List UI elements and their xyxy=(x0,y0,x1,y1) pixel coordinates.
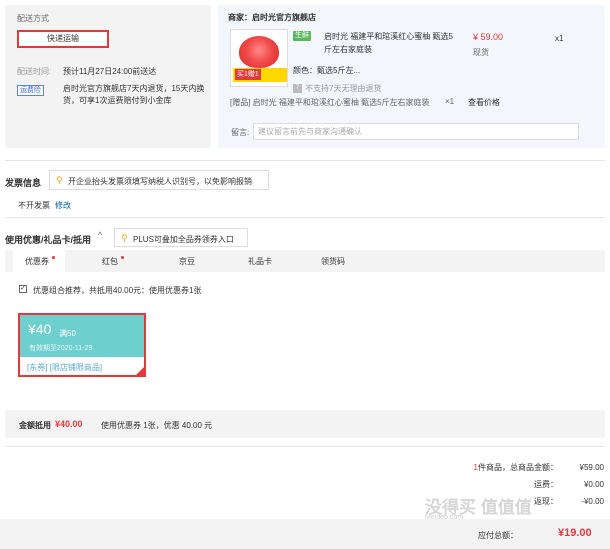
product-price: ¥ 59.00 xyxy=(473,32,504,42)
pay-total-amount: ¥19.00 xyxy=(558,527,592,539)
collapse-arrow-icon[interactable]: ^ xyxy=(98,230,102,240)
stock-status: 现货 xyxy=(473,48,489,57)
combo-checkbox-label: 优惠组合推荐，共抵用40.00元：使用优惠券1张 xyxy=(33,286,202,295)
divider xyxy=(5,217,605,218)
product-color: 颜色：甄选5斤左... xyxy=(293,66,361,75)
discount-summary-note: 使用优惠券 1张，优惠 40.00 元 xyxy=(101,421,213,430)
shipping-title: 配送方式 xyxy=(17,14,49,23)
message-input[interactable]: 建议留言前先与商家沟通确认 xyxy=(253,123,579,140)
order-top-panel: 配送方式 快递运输 配送时间: 预计11月27日24:00前送达 运费险 启时光… xyxy=(5,5,605,148)
discount-summary: 金额抵用 ¥40.00 使用优惠券 1张，优惠 40.00 元 xyxy=(5,410,605,438)
plus-tip[interactable]: ⚲ PLUS可叠加全品券领券入口 xyxy=(114,228,248,247)
divider xyxy=(5,446,605,447)
item-count-label: 件商品，总商品金额： xyxy=(478,463,558,472)
product-section: 商家：启时光官方旗舰店 买1赠1 生鲜 启时光 福建平和琯溪红心蜜柚 甄选5斤左… xyxy=(218,5,605,148)
shipping-section: 配送方式 快递运输 配送时间: 预计11月27日24:00前送达 运费险 启时光… xyxy=(5,5,211,148)
shipping-method-button[interactable]: 快递运输 xyxy=(17,30,109,48)
no-return-icon: 7 xyxy=(293,84,302,93)
delivery-time-label: 配送时间: xyxy=(17,67,52,76)
pomelo-image xyxy=(239,36,279,68)
message-label: 留言: xyxy=(231,128,250,137)
discount-summary-amount: ¥40.00 xyxy=(55,419,83,429)
coupon-expiry: 有效期至2020-11-29 xyxy=(29,345,93,352)
gift-quantity: ×1 xyxy=(445,97,455,106)
tab-jingdou[interactable]: 京豆 xyxy=(179,256,195,267)
freight-insurance-badge: 运费险 xyxy=(17,85,44,96)
invoice-tip-text: 开企业抬头发票须填写纳税人识别号，以免影响报销 xyxy=(68,177,252,186)
coupon-header: ¥40 满50 有效期至2020-11-29 xyxy=(20,315,144,357)
coupon-tags: [东券] [限店铺限商品] xyxy=(27,363,103,372)
invoice-edit-link[interactable]: 修改 xyxy=(55,200,71,211)
freight-insurance-text: 启时光官方旗舰店7天内退货，15天内换货，可享1次运费赔付到小金库 xyxy=(63,84,205,105)
tab-coupon[interactable]: 优惠券 xyxy=(25,256,49,267)
invoice-tip: ⚲ 开企业抬头发票须填写纳税人识别号，以免影响报销 xyxy=(49,170,269,190)
product-name[interactable]: 启时光 福建平和琯溪红心蜜柚 甄选5斤左右家庭装 xyxy=(324,30,454,56)
coupon-card[interactable]: ¥40 满50 有效期至2020-11-29 [东券] [限店铺限商品] xyxy=(18,313,146,377)
invoice-title: 发票信息 xyxy=(5,178,42,188)
shipping-fee-label: 运费： xyxy=(534,480,558,489)
payment-bar: 应付总额： ¥19.00 xyxy=(0,519,610,549)
pay-total-label: 应付总额： xyxy=(478,531,518,540)
plus-tip-text: PLUS可叠加全品券领券入口 xyxy=(133,235,234,244)
gift-item: [赠品] 启时光 福建平和琯溪红心蜜柚 甄选5斤左右家庭装 xyxy=(230,98,430,107)
promo-tag: 买1赠1 xyxy=(235,69,261,80)
totals-row-shipping: 运费： ¥0.00 xyxy=(404,476,604,493)
location-pin-icon: ⚲ xyxy=(56,175,63,185)
invoice-value: 不开发票 xyxy=(18,201,50,210)
coupon-amount: ¥40 xyxy=(28,321,52,337)
discount-summary-label: 金额抵用 xyxy=(19,421,51,430)
coupons-title[interactable]: 使用优惠/礼品卡/抵用 xyxy=(5,233,91,246)
goods-amount: ¥59.00 xyxy=(579,463,604,472)
fresh-badge: 生鲜 xyxy=(293,31,311,41)
coupon-condition: 满50 xyxy=(59,329,76,338)
divider xyxy=(5,160,605,161)
tab-goods-code[interactable]: 领货码 xyxy=(321,256,345,267)
no-return-text: 不支持7天无理由退货 xyxy=(305,84,382,93)
view-price-link[interactable]: 查看价格 xyxy=(468,97,500,108)
cashback-label: 返现： xyxy=(534,497,558,506)
shop-name[interactable]: 商家：启时光官方旗舰店 xyxy=(228,12,316,23)
tab-red-packet[interactable]: 红包 xyxy=(102,256,118,267)
selected-corner-icon xyxy=(135,366,145,376)
product-image[interactable]: 买1赠1 xyxy=(230,29,288,87)
totals-row-goods: 1 件商品，总商品金额： ¥59.00 xyxy=(404,459,604,476)
new-dot xyxy=(52,256,55,259)
shipping-fee: ¥0.00 xyxy=(583,480,604,489)
new-dot xyxy=(121,256,124,259)
cashback-amount: -¥0.00 xyxy=(581,497,604,506)
coupon-tabs: 优惠券 红包 京豆 礼品卡 领货码 xyxy=(5,250,605,272)
tab-gift-card[interactable]: 礼品卡 xyxy=(248,256,272,267)
product-quantity: x1 xyxy=(555,34,564,43)
delivery-time-value[interactable]: 预计11月27日24:00前送达 xyxy=(63,66,156,77)
combo-checkbox[interactable]: ✓ xyxy=(19,285,27,293)
location-pin-icon: ⚲ xyxy=(121,233,128,243)
